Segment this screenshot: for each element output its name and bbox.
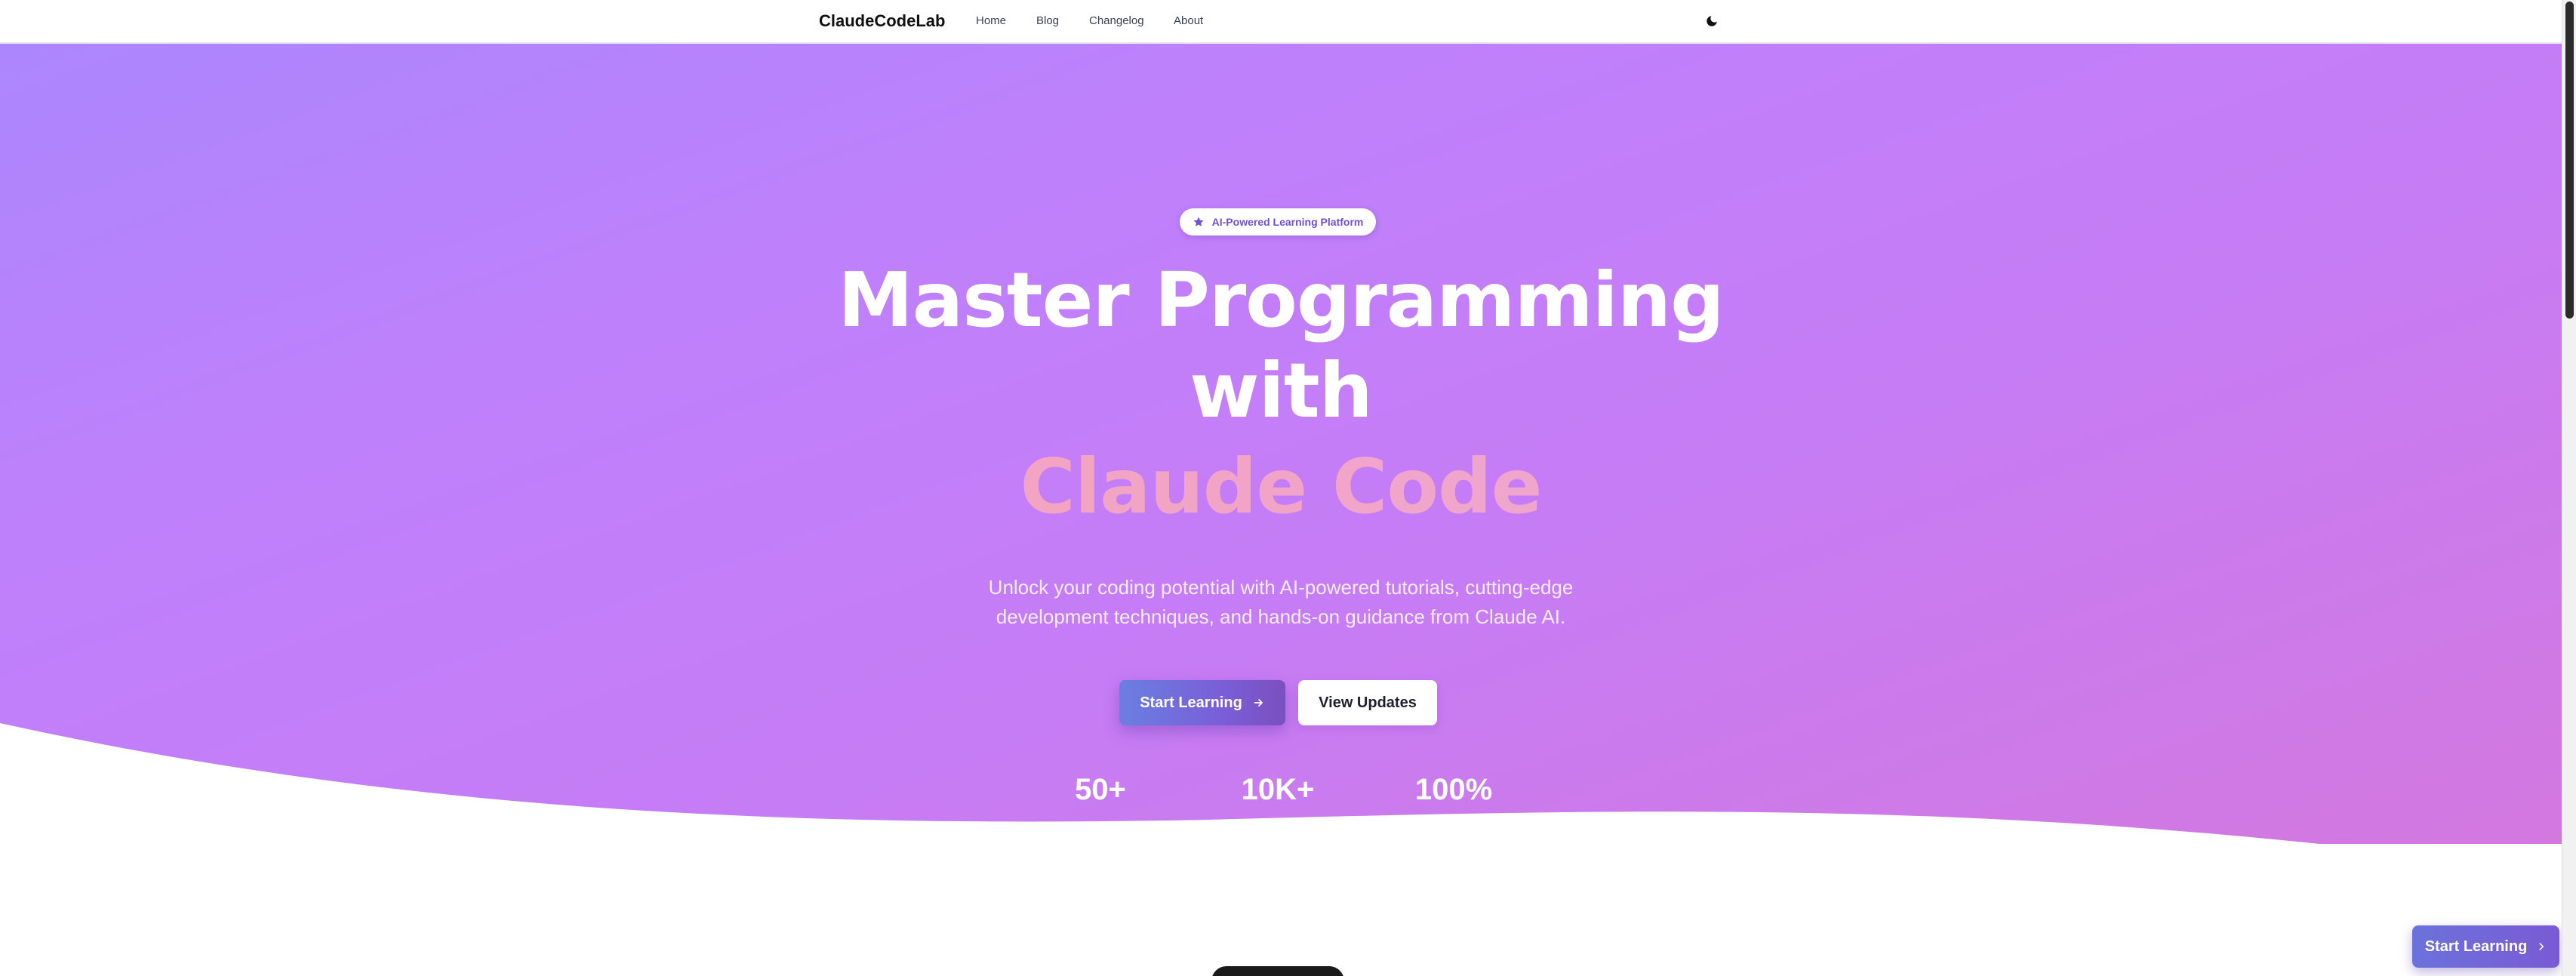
hero-wave-divider — [0, 723, 2562, 904]
nav-link-about[interactable]: About — [1174, 11, 1203, 32]
theme-toggle-button[interactable] — [1700, 9, 1724, 33]
nav-link-blog[interactable]: Blog — [1036, 11, 1059, 32]
floating-cta-label: Start Learning — [2424, 938, 2528, 955]
star-icon — [1193, 217, 1204, 226]
hero-badge: AI-Powered Learning Platform — [1180, 208, 1376, 236]
chevron-right-icon — [2539, 943, 2544, 950]
hero-section: AI-Powered Learning Platform Master Prog… — [0, 44, 2562, 904]
hero-badge-label: AI-Powered Learning Platform — [1211, 216, 1364, 228]
hero-headline-line2: with — [1190, 346, 1373, 435]
scrollbar-thumb[interactable] — [2565, 2, 2574, 319]
hero-subtitle: Unlock your coding potential with AI-pow… — [988, 576, 1574, 628]
page: ClaudeCodeLab Home Blog Changelog About … — [0, 0, 2576, 976]
view-updates-button[interactable]: View Updates — [1298, 680, 1437, 725]
page-scrollbar[interactable] — [2562, 0, 2576, 976]
brand-logo[interactable]: ClaudeCodeLab — [819, 8, 945, 35]
floating-start-learning-button[interactable]: Start Learning — [2412, 925, 2559, 968]
nav-link-home[interactable]: Home — [976, 11, 1006, 32]
hero-headline-highlight: Claude Code — [0, 442, 2562, 532]
nav-link-changelog[interactable]: Changelog — [1089, 11, 1144, 32]
arrow-right-icon — [1254, 699, 1263, 707]
section-label-pill — [1211, 966, 1344, 976]
hero-headline-line1: Master Programming — [838, 256, 1724, 344]
start-learning-button[interactable]: Start Learning — [1119, 680, 1285, 725]
moon-icon — [1707, 16, 1717, 26]
top-navigation: ClaudeCodeLab Home Blog Changelog About — [0, 0, 2562, 44]
start-learning-label: Start Learning — [1140, 694, 1242, 711]
